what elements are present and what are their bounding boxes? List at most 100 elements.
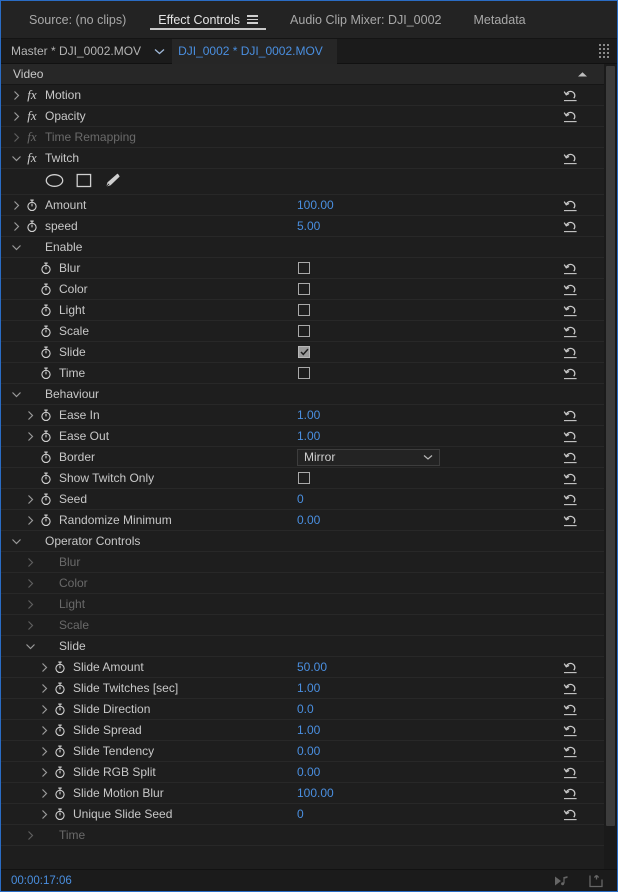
parameter-value[interactable]: 0.00 [297, 513, 320, 527]
reset-icon[interactable] [563, 492, 578, 506]
parameter-checkbox[interactable] [298, 262, 310, 274]
stopwatch-keyframe-icon[interactable] [37, 408, 55, 422]
reset-icon[interactable] [563, 765, 578, 779]
parameter-value[interactable]: 1.00 [297, 723, 320, 737]
parameter-value[interactable]: 0.00 [297, 744, 320, 758]
reset-icon[interactable] [563, 660, 578, 674]
parameter-checkbox[interactable] [298, 367, 310, 379]
chevron-right-icon[interactable] [9, 195, 23, 216]
parameter-row[interactable]: speed 5.00 [1, 216, 604, 237]
stopwatch-keyframe-icon[interactable] [37, 261, 55, 275]
parameter-group-row[interactable]: Slide [1, 636, 604, 657]
parameter-value[interactable]: 100.00 [297, 786, 334, 800]
parameter-row[interactable]: Amount 100.00 [1, 195, 604, 216]
parameter-group-row[interactable]: Color [1, 573, 604, 594]
reset-icon[interactable] [563, 408, 578, 422]
chevron-down-icon[interactable] [151, 48, 167, 55]
chevron-down-icon[interactable] [9, 384, 23, 405]
reset-icon[interactable] [563, 282, 578, 296]
parameter-group-row[interactable]: Operator Controls [1, 531, 604, 552]
pen-tool-icon[interactable] [104, 172, 121, 191]
chevron-right-icon[interactable] [37, 783, 51, 804]
parameter-row[interactable]: Slide Spread 1.00 [1, 720, 604, 741]
chevron-right-icon[interactable] [9, 85, 23, 106]
parameter-row[interactable]: Slide RGB Split 0.00 [1, 762, 604, 783]
parameter-checkbox[interactable] [298, 346, 310, 358]
stopwatch-keyframe-icon[interactable] [37, 513, 55, 527]
tab-audio-clip-mixer[interactable]: Audio Clip Mixer: DJI_0002 [274, 1, 457, 38]
reset-icon[interactable] [563, 88, 578, 102]
stopwatch-keyframe-icon[interactable] [37, 492, 55, 506]
parameter-row[interactable]: Slide Twitches [sec] 1.00 [1, 678, 604, 699]
parameter-value[interactable]: 1.00 [297, 408, 320, 422]
stopwatch-keyframe-icon[interactable] [37, 345, 55, 359]
reset-icon[interactable] [563, 324, 578, 338]
chevron-right-icon[interactable] [37, 678, 51, 699]
chevron-right-icon[interactable] [9, 127, 23, 148]
stopwatch-keyframe-icon[interactable] [37, 429, 55, 443]
tab-source[interactable]: Source: (no clips) [13, 1, 142, 38]
reset-icon[interactable] [563, 109, 578, 123]
reset-icon[interactable] [563, 723, 578, 737]
parameter-row[interactable]: Time [1, 363, 604, 384]
reset-icon[interactable] [563, 429, 578, 443]
stopwatch-keyframe-icon[interactable] [23, 198, 41, 212]
chevron-right-icon[interactable] [9, 216, 23, 237]
chevron-right-icon[interactable] [37, 804, 51, 825]
reset-icon[interactable] [563, 681, 578, 695]
timecode-display[interactable]: 00:00:17:06 [11, 875, 72, 887]
play-audio-icon[interactable] [554, 875, 571, 886]
chevron-right-icon[interactable] [37, 741, 51, 762]
parameter-row[interactable]: Slide Amount 50.00 [1, 657, 604, 678]
chevron-down-icon[interactable] [9, 237, 23, 258]
stopwatch-keyframe-icon[interactable] [51, 681, 69, 695]
effect-row[interactable]: fx Twitch [1, 148, 604, 169]
scrollbar-thumb[interactable] [606, 66, 615, 826]
stopwatch-keyframe-icon[interactable] [37, 450, 55, 464]
parameter-row[interactable]: Scale [1, 321, 604, 342]
stopwatch-keyframe-icon[interactable] [51, 660, 69, 674]
reset-icon[interactable] [563, 198, 578, 212]
parameter-group-row[interactable]: Scale [1, 615, 604, 636]
rectangle-mask-icon[interactable] [76, 173, 92, 191]
reset-icon[interactable] [563, 702, 578, 716]
panel-menu-icon[interactable] [247, 15, 259, 24]
effect-row[interactable]: fx Motion [1, 85, 604, 106]
parameter-row[interactable]: Ease In 1.00 [1, 405, 604, 426]
parameter-checkbox[interactable] [298, 304, 310, 316]
parameter-value[interactable]: 100.00 [297, 198, 334, 212]
section-header-video[interactable]: Video [1, 64, 604, 85]
chevron-right-icon[interactable] [23, 825, 37, 846]
chevron-right-icon[interactable] [23, 489, 37, 510]
stopwatch-keyframe-icon[interactable] [23, 219, 41, 233]
chevron-right-icon[interactable] [37, 762, 51, 783]
chevron-right-icon[interactable] [23, 405, 37, 426]
parameter-checkbox[interactable] [298, 325, 310, 337]
parameter-value[interactable]: 1.00 [297, 429, 320, 443]
parameter-value[interactable]: 0 [297, 807, 304, 821]
parameter-group-row[interactable]: Behaviour [1, 384, 604, 405]
reset-icon[interactable] [563, 450, 578, 464]
chevron-down-icon[interactable] [23, 636, 37, 657]
parameter-value[interactable]: 5.00 [297, 219, 320, 233]
stopwatch-keyframe-icon[interactable] [37, 366, 55, 380]
reset-icon[interactable] [563, 345, 578, 359]
parameter-row[interactable]: Blur [1, 258, 604, 279]
chevron-down-icon[interactable] [9, 148, 23, 169]
parameter-checkbox[interactable] [298, 283, 310, 295]
parameter-row[interactable]: Color [1, 279, 604, 300]
parameter-row[interactable]: Show Twitch Only [1, 468, 604, 489]
parameter-group-row[interactable]: Light [1, 594, 604, 615]
parameter-value[interactable]: 0 [297, 492, 304, 506]
reset-icon[interactable] [563, 219, 578, 233]
stopwatch-keyframe-icon[interactable] [51, 744, 69, 758]
chevron-right-icon[interactable] [37, 720, 51, 741]
stopwatch-keyframe-icon[interactable] [51, 702, 69, 716]
chevron-right-icon[interactable] [23, 594, 37, 615]
reset-icon[interactable] [563, 303, 578, 317]
parameter-row[interactable]: Slide Direction 0.0 [1, 699, 604, 720]
parameter-dropdown[interactable]: Mirror [297, 448, 440, 466]
tab-metadata[interactable]: Metadata [458, 1, 542, 38]
parameter-row[interactable]: Slide Motion Blur 100.00 [1, 783, 604, 804]
chevron-down-icon[interactable] [9, 531, 23, 552]
